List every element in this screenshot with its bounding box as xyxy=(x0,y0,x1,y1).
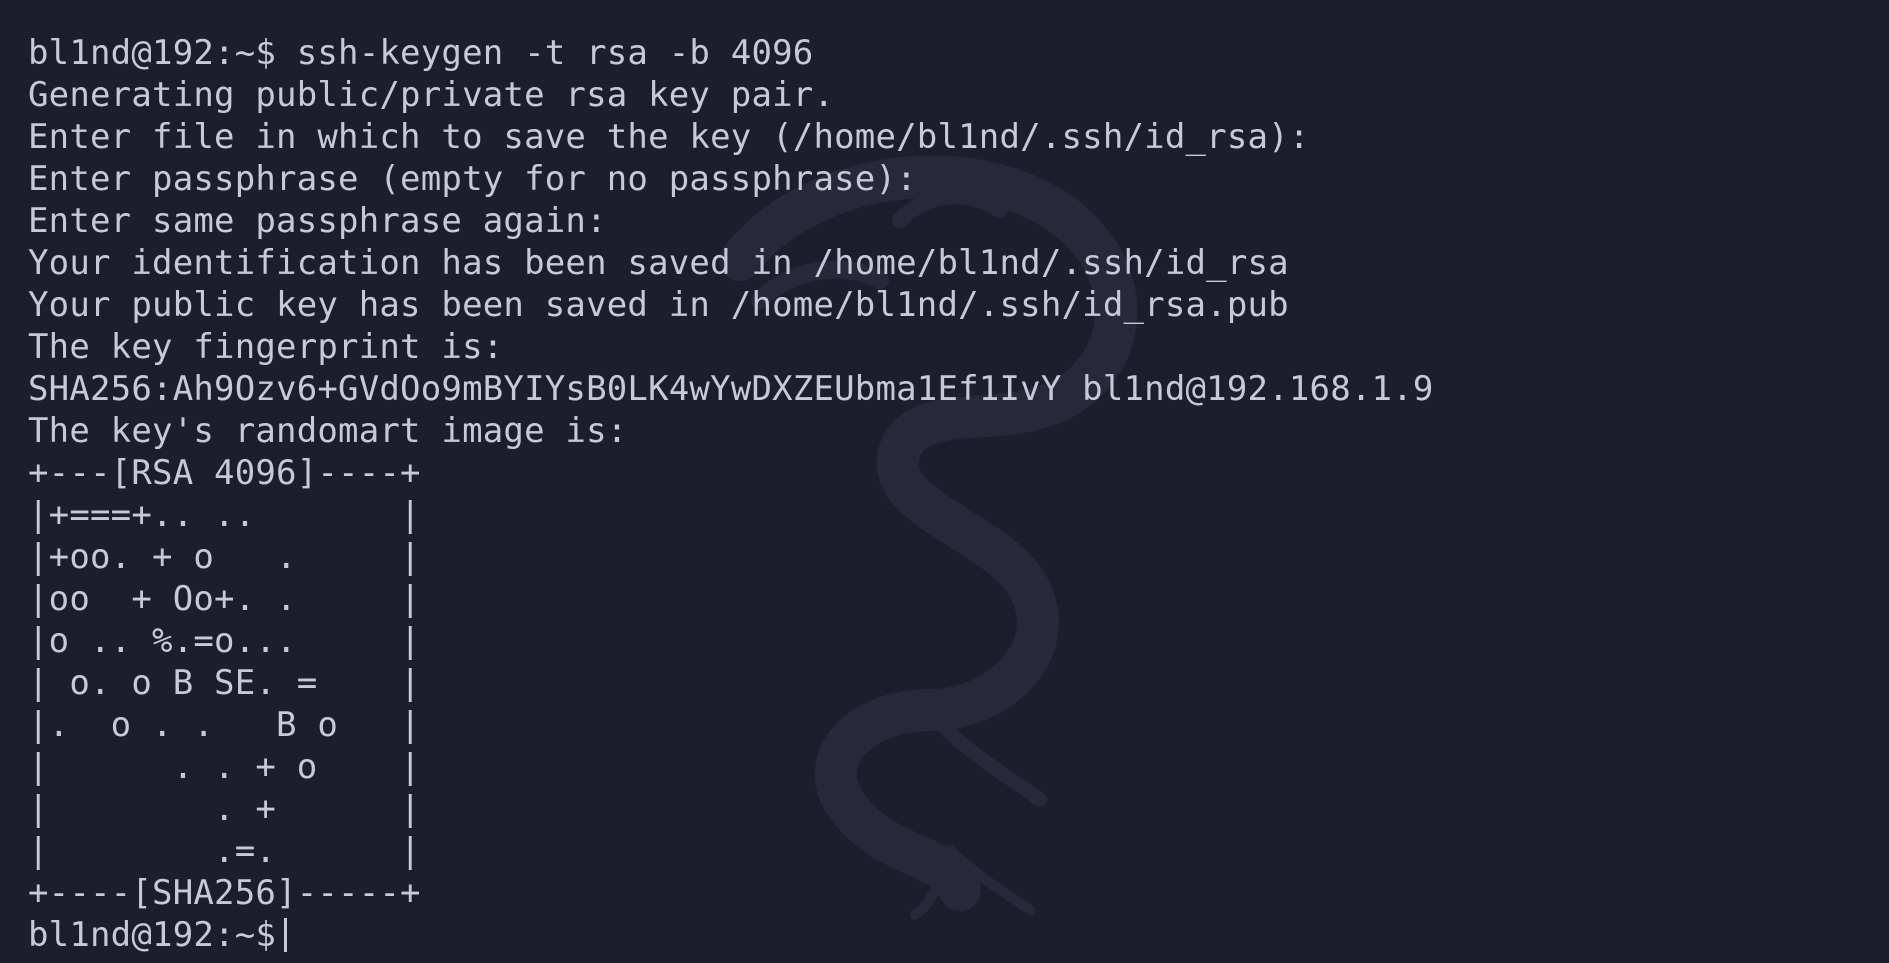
randomart-line: |+===+.. .. | xyxy=(28,495,421,535)
terminal-line: The key fingerprint is: xyxy=(28,327,504,367)
terminal-line: Your identification has been saved in /h… xyxy=(28,243,1289,283)
prompt-line[interactable]: bl1nd@192:~$ xyxy=(28,914,1869,956)
text-cursor xyxy=(284,918,288,952)
randomart-line: | o. o B SE. = | xyxy=(28,663,421,703)
randomart-line: |o .. %.=o... | xyxy=(28,621,421,661)
randomart-line: |+oo. + o . | xyxy=(28,537,421,577)
terminal-window[interactable]: bl1nd@192:~$ ssh-keygen -t rsa -b 4096 G… xyxy=(0,0,1889,963)
terminal-line: Enter same passphrase again: xyxy=(28,201,607,241)
randomart-line: | . . + o | xyxy=(28,747,421,787)
terminal-line: The key's randomart image is: xyxy=(28,411,628,451)
terminal-output[interactable]: bl1nd@192:~$ ssh-keygen -t rsa -b 4096 G… xyxy=(28,32,1869,956)
randomart-line: |. o . . B o | xyxy=(28,705,421,745)
terminal-line: Your public key has been saved in /home/… xyxy=(28,285,1289,325)
terminal-line-command: bl1nd@192:~$ ssh-keygen -t rsa -b 4096 xyxy=(28,33,814,73)
randomart-line: | .=. | xyxy=(28,831,421,871)
randomart-line: |oo + Oo+. . | xyxy=(28,579,421,619)
randomart-line: +---[RSA 4096]----+ xyxy=(28,453,421,493)
terminal-line: Enter passphrase (empty for no passphras… xyxy=(28,159,917,199)
shell-prompt: bl1nd@192:~$ xyxy=(28,915,277,955)
terminal-line-fingerprint: SHA256:Ah9Ozv6+GVdOo9mBYIYsB0LK4wYwDXZEU… xyxy=(28,369,1434,409)
randomart-line: +----[SHA256]-----+ xyxy=(28,873,421,913)
terminal-line: Generating public/private rsa key pair. xyxy=(28,75,835,115)
terminal-line: Enter file in which to save the key (/ho… xyxy=(28,117,1310,157)
randomart-line: | . + | xyxy=(28,789,421,829)
